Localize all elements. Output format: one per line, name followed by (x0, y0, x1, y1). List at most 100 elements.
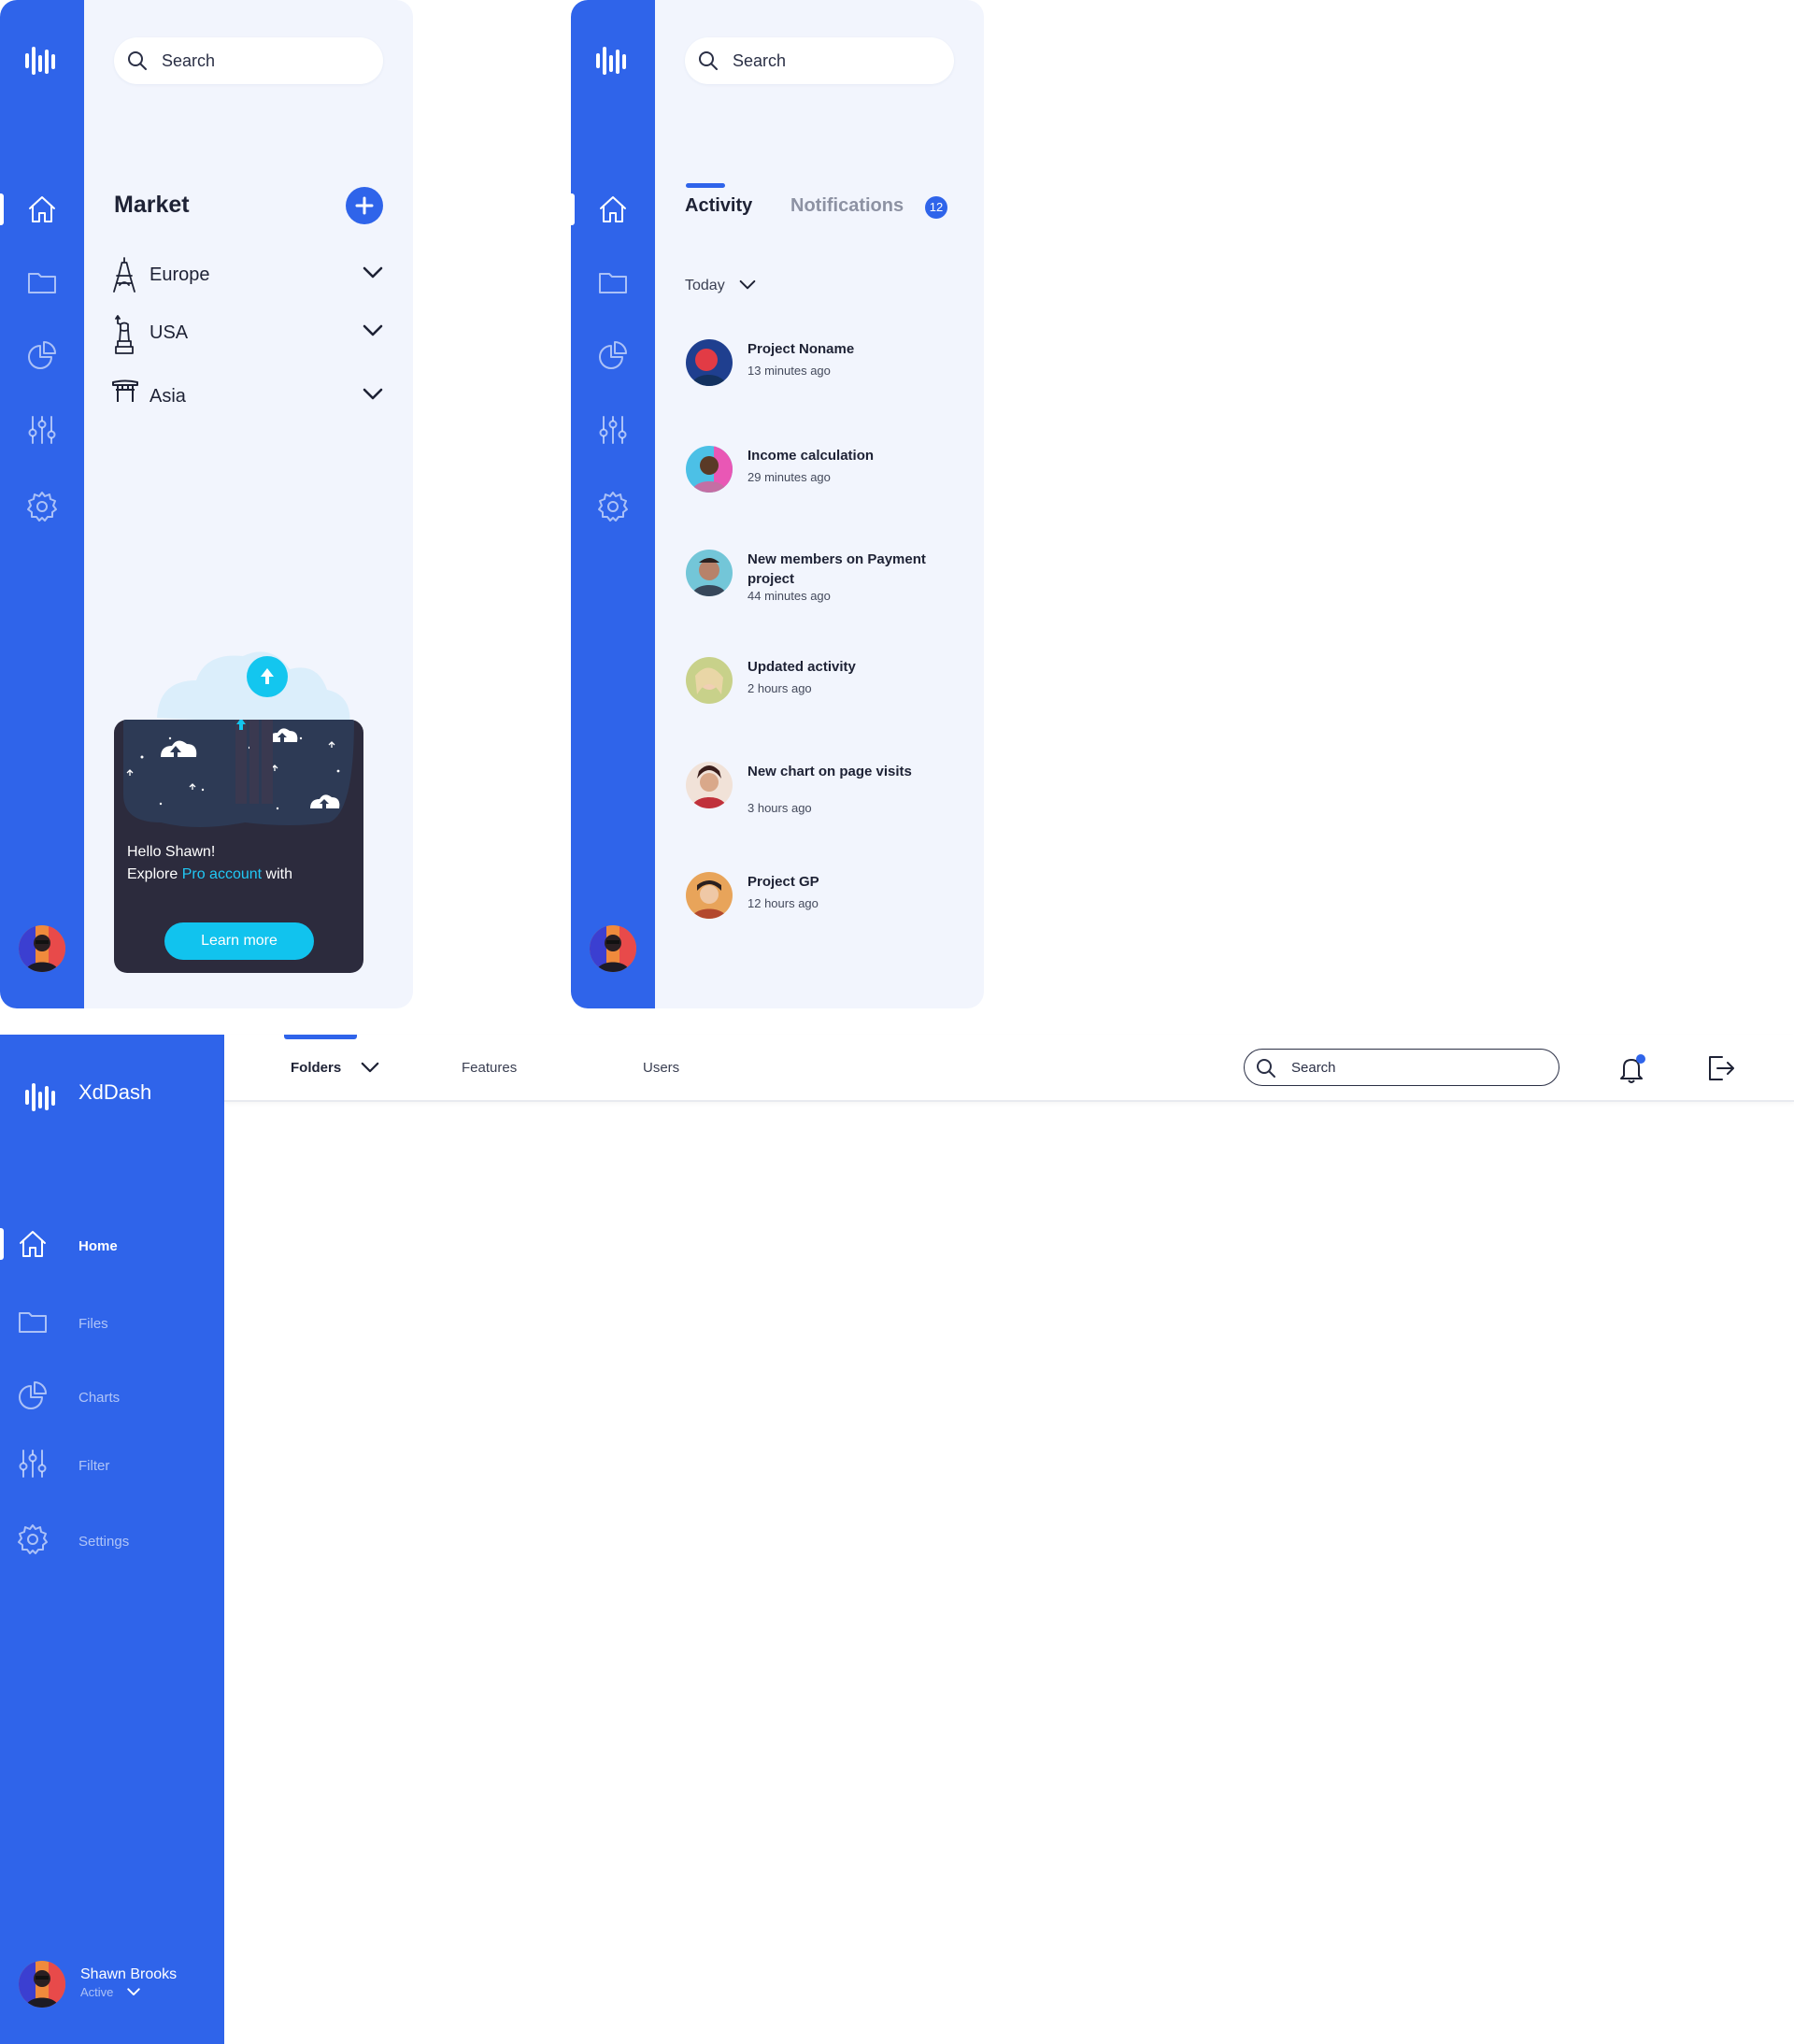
item-time: 2 hours ago (748, 681, 812, 695)
chevron-down-icon[interactable] (363, 388, 383, 401)
search-placeholder: Search (733, 51, 787, 70)
tab-activity[interactable]: Activity (685, 195, 752, 217)
notification-count-badge: 12 (925, 196, 947, 219)
sidebar-item-files[interactable]: Files (17, 1306, 213, 1343)
gear-icon[interactable] (26, 491, 58, 522)
folder-icon[interactable] (26, 266, 58, 298)
item-title: New chart on page visits (748, 764, 912, 779)
nav-label: Files (78, 1316, 108, 1332)
brand-name: XdDash (78, 1080, 152, 1104)
item-title: New members on Payment project (748, 551, 926, 587)
item-title: Income calculation (748, 448, 875, 464)
statue-of-liberty-icon (115, 315, 134, 354)
user-status[interactable]: Active (80, 1985, 140, 1999)
search-placeholder: Search (162, 51, 216, 70)
search-input[interactable]: Search (685, 37, 954, 84)
avatar[interactable] (19, 1961, 65, 2008)
pie-chart-icon[interactable] (26, 339, 58, 371)
tab-label: Folders (291, 1060, 342, 1076)
torii-gate-icon (112, 379, 138, 402)
home-icon[interactable] (26, 193, 58, 225)
promo-highlight[interactable]: Pro account (182, 866, 262, 882)
folder-icon (17, 1306, 49, 1337)
tab-users[interactable]: Users (643, 1060, 679, 1076)
avatar (686, 446, 733, 493)
active-indicator (571, 193, 575, 225)
sliders-icon (17, 1448, 49, 1479)
item-time: 29 minutes ago (748, 470, 831, 484)
region-europe[interactable]: Europe (112, 257, 383, 294)
bell-icon[interactable] (1616, 1053, 1647, 1085)
status-label: Active (80, 1985, 114, 1999)
item-time: 44 minutes ago (748, 589, 831, 603)
chevron-down-icon (739, 279, 756, 290)
rocket-icon (235, 720, 273, 804)
sidebar-item-home[interactable]: Home (17, 1228, 213, 1265)
item-time: 3 hours ago (748, 801, 812, 815)
tab-indicator (686, 183, 725, 188)
item-time: 13 minutes ago (748, 364, 831, 378)
sidebar-item-settings[interactable]: Settings (17, 1523, 213, 1561)
chevron-down-icon[interactable] (363, 324, 383, 337)
promo-line: Explore Pro account with (127, 864, 292, 886)
region-label: Europe (150, 264, 210, 285)
promo-text: Hello Shawn! Explore Pro account with (127, 841, 292, 886)
sidebar-item-filter[interactable]: Filter (17, 1448, 213, 1485)
region-asia[interactable]: Asia (112, 379, 383, 416)
folder-icon[interactable] (597, 266, 629, 298)
logo-icon[interactable] (596, 45, 630, 77)
avatar (686, 762, 733, 808)
eiffel-tower-icon (113, 257, 135, 293)
logout-icon[interactable] (1705, 1052, 1737, 1084)
gear-icon[interactable] (597, 491, 629, 522)
logo-icon[interactable] (25, 45, 59, 77)
page-title: Market (114, 192, 190, 218)
sliders-icon[interactable] (26, 414, 58, 446)
region-usa[interactable]: USA (112, 315, 383, 354)
date-filter[interactable]: Today (685, 278, 756, 294)
promo-greeting: Hello Shawn! (127, 844, 216, 860)
search-icon (1256, 1058, 1276, 1079)
region-label: USA (150, 322, 189, 343)
active-indicator (0, 193, 4, 225)
sidebar-item-charts[interactable]: Charts (17, 1379, 213, 1417)
nav-label: Charts (78, 1390, 121, 1406)
sliders-icon[interactable] (597, 414, 629, 446)
active-indicator (0, 1228, 4, 1260)
avatar[interactable] (590, 925, 636, 972)
learn-more-button[interactable]: Learn more (164, 922, 314, 960)
item-time: 12 hours ago (748, 896, 819, 910)
activity-content (655, 0, 984, 1008)
logo-icon[interactable] (25, 1081, 59, 1113)
promo-prefix: Explore (127, 866, 182, 882)
chevron-down-icon (361, 1062, 379, 1073)
item-title: Project Noname (748, 341, 855, 357)
user-name: Shawn Brooks (80, 1966, 178, 1982)
item-title: Updated activity (748, 659, 856, 675)
promo-suffix: with (262, 866, 292, 882)
tab-folders[interactable]: Folders (291, 1060, 379, 1076)
tab-features[interactable]: Features (462, 1060, 517, 1076)
tab-indicator (284, 1035, 357, 1039)
avatar (686, 550, 733, 596)
avatar (686, 657, 733, 704)
avatar[interactable] (19, 925, 65, 972)
add-button[interactable] (346, 187, 383, 224)
region-label: Asia (150, 386, 186, 407)
chevron-down-icon[interactable] (363, 266, 383, 279)
search-input[interactable]: Search (114, 37, 383, 84)
nav-label: Filter (78, 1458, 110, 1474)
home-icon[interactable] (597, 193, 629, 225)
search-icon (127, 50, 148, 71)
pie-chart-icon[interactable] (597, 339, 629, 371)
avatar (686, 339, 733, 386)
search-placeholder: Search (1291, 1060, 1336, 1076)
tab-notifications[interactable]: Notifications (790, 195, 904, 217)
plus-icon (355, 196, 374, 215)
search-input[interactable]: Search (1244, 1049, 1559, 1086)
nav-label: Home (78, 1238, 118, 1254)
chevron-down-icon (127, 1988, 140, 1995)
home-icon (17, 1228, 49, 1260)
item-title: Project GP (748, 874, 819, 890)
promo-card: Hello Shawn! Explore Pro account with Le… (114, 720, 363, 973)
